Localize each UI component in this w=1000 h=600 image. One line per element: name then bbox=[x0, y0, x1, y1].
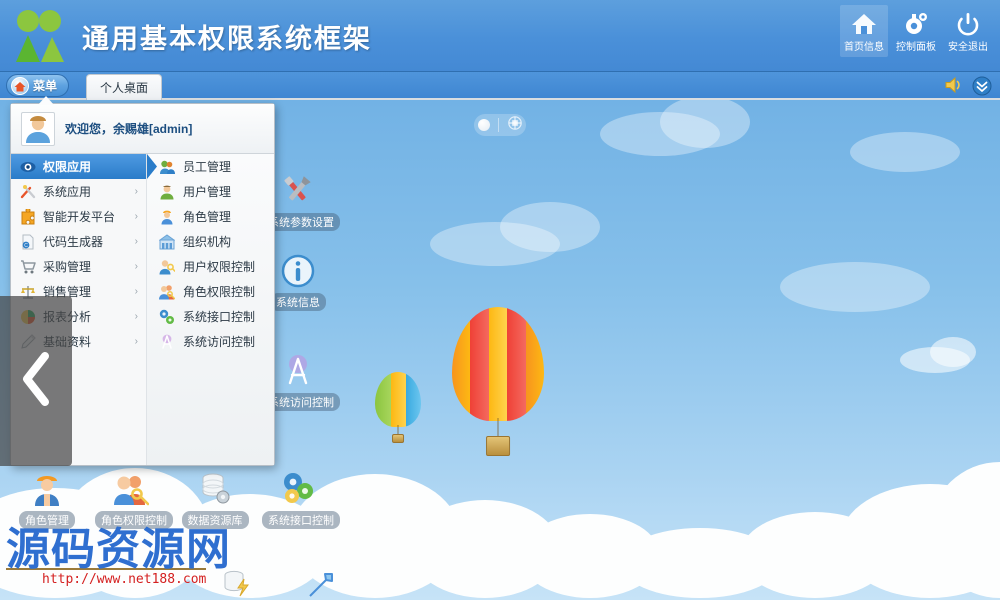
menu-item-list: 员工管理 用户管理 角色管理 组织机构 用户权限控制 角色权限控制 系统接口控制… bbox=[147, 154, 274, 465]
menu-item-user-manage[interactable]: 用户管理 bbox=[147, 179, 274, 204]
desktop-icon-role-manage[interactable]: 角色管理 bbox=[11, 470, 83, 529]
svg-text:C: C bbox=[24, 243, 28, 249]
tab-personal-desktop[interactable]: 个人桌面 bbox=[86, 74, 163, 100]
start-menu-button-label: 菜单 bbox=[33, 79, 58, 93]
chevron-right-icon: › bbox=[134, 286, 138, 297]
organization-icon bbox=[159, 233, 175, 250]
menu-category-label: 代码生成器 bbox=[43, 235, 104, 249]
system-tray bbox=[944, 76, 992, 96]
circle-dot-icon[interactable] bbox=[478, 119, 491, 131]
chevron-right-icon: › bbox=[134, 311, 138, 322]
app-header: 通用基本权限系统框架 首页信息 控制面板 安全退出 bbox=[0, 0, 1000, 72]
home-icon bbox=[11, 77, 29, 95]
desktop-icon-data-repository[interactable]: 数据资源库 bbox=[179, 470, 251, 529]
power-icon bbox=[955, 10, 981, 36]
application-window: 系统参数设置 系统信息 系统访问控制 角色管理 角色权限控制 数据资源库 系统接… bbox=[0, 0, 1000, 600]
chevron-right-icon: › bbox=[134, 336, 138, 347]
role-key-icon bbox=[95, 470, 167, 508]
user-key-icon bbox=[159, 259, 175, 275]
gear-icon bbox=[903, 10, 929, 36]
welcome-message: 欢迎您，余赐雄[admin] bbox=[65, 122, 193, 136]
header-tool-label: 首页信息 bbox=[844, 41, 884, 53]
database-bolt-icon bbox=[200, 566, 272, 600]
tab-label: 个人桌面 bbox=[100, 81, 149, 95]
access-icon bbox=[159, 334, 175, 350]
menu-item-role-manage[interactable]: 角色管理 bbox=[147, 204, 274, 229]
menu-item-role-permission[interactable]: 角色权限控制 bbox=[147, 279, 274, 304]
menu-item-label: 用户权限控制 bbox=[183, 260, 256, 274]
menu-item-label: 用户管理 bbox=[183, 185, 232, 199]
menu-item-label: 组织机构 bbox=[183, 235, 232, 249]
menu-item-label: 系统访问控制 bbox=[183, 335, 256, 349]
grid-icon[interactable] bbox=[508, 115, 522, 135]
database-gear-icon bbox=[179, 470, 251, 508]
role-icon bbox=[159, 209, 175, 225]
volume-icon[interactable] bbox=[944, 76, 964, 96]
menu-item-label: 系统接口控制 bbox=[183, 310, 256, 324]
header-tools: 首页信息 控制面板 安全退出 bbox=[840, 5, 992, 57]
menu-item-label: 员工管理 bbox=[183, 160, 232, 174]
menu-item-organization[interactable]: 组织机构 bbox=[147, 229, 274, 254]
menu-category-label: 系统应用 bbox=[43, 185, 92, 199]
menu-user-bar: 欢迎您，余赐雄[admin] bbox=[11, 104, 274, 154]
desktop-icon-interface-control[interactable]: 系统接口控制 bbox=[262, 470, 340, 529]
menu-category-code-generator[interactable]: C 代码生成器 › bbox=[11, 229, 146, 254]
menu-item-employee-manage[interactable]: 员工管理 bbox=[147, 154, 274, 179]
chevron-right-icon: › bbox=[134, 186, 138, 197]
puzzle-icon bbox=[20, 208, 36, 225]
header-tool-control-panel[interactable]: 控制面板 bbox=[892, 5, 940, 57]
header-tool-label: 控制面板 bbox=[896, 41, 936, 53]
desktop-icon-label: 系统信息 bbox=[270, 293, 326, 311]
desktop-icon-arrows-partial[interactable] bbox=[285, 566, 357, 600]
chevron-right-icon: › bbox=[134, 211, 138, 222]
menu-category-permission-app[interactable]: 权限应用 bbox=[11, 154, 157, 179]
home-icon bbox=[851, 10, 877, 36]
eye-icon bbox=[20, 159, 36, 175]
menu-category-label: 采购管理 bbox=[43, 260, 92, 274]
interface-icon bbox=[159, 309, 175, 325]
menu-item-label: 角色管理 bbox=[183, 210, 232, 224]
user-icon bbox=[159, 184, 175, 200]
avatar bbox=[21, 111, 55, 146]
desktop-icon-label: 角色管理 bbox=[19, 511, 75, 529]
cart-icon bbox=[20, 259, 36, 275]
menu-category-purchase[interactable]: 采购管理 › bbox=[11, 254, 146, 279]
menu-item-interface-control[interactable]: 系统接口控制 bbox=[147, 304, 274, 329]
divider bbox=[498, 118, 500, 132]
desktop-view-toggle[interactable] bbox=[474, 114, 526, 136]
two-people-logo bbox=[8, 8, 70, 64]
chevron-right-icon: › bbox=[134, 261, 138, 272]
double-chevron-down-icon[interactable] bbox=[972, 76, 992, 96]
page-title: 通用基本权限系统框架 bbox=[82, 24, 372, 54]
menu-item-access-control[interactable]: 系统访问控制 bbox=[147, 329, 274, 354]
menu-category-label: 智能开发平台 bbox=[43, 210, 116, 224]
menu-category-dev-platform[interactable]: 智能开发平台 › bbox=[11, 204, 146, 229]
menu-category-system-app[interactable]: 系统应用 › bbox=[11, 179, 146, 204]
start-menu-button[interactable]: 菜单 bbox=[6, 74, 70, 97]
role-key-icon bbox=[159, 284, 175, 300]
desktop-icon-role-permission[interactable]: 角色权限控制 bbox=[95, 470, 173, 529]
desktop-icon-label: 数据资源库 bbox=[181, 511, 249, 529]
employee-icon bbox=[159, 159, 175, 175]
gears-icon bbox=[262, 470, 334, 508]
header-tool-logout[interactable]: 安全退出 bbox=[944, 5, 992, 57]
header-tool-label: 安全退出 bbox=[948, 41, 988, 53]
role-person-icon bbox=[11, 470, 83, 508]
desktop-icon-database-bolt-partial[interactable] bbox=[200, 566, 272, 600]
chevron-right-icon: › bbox=[134, 236, 138, 247]
menu-category-label: 权限应用 bbox=[43, 160, 92, 174]
code-icon: C bbox=[20, 234, 36, 250]
tab-bar: 菜单 个人桌面 bbox=[0, 72, 1000, 100]
header-tool-home[interactable]: 首页信息 bbox=[840, 5, 888, 57]
menu-item-user-permission[interactable]: 用户权限控制 bbox=[147, 254, 274, 279]
desktop-icon-label: 系统接口控制 bbox=[262, 511, 340, 529]
desktop-icon-label: 角色权限控制 bbox=[95, 511, 173, 529]
tools-icon bbox=[20, 184, 36, 200]
arrows-icon bbox=[285, 566, 357, 600]
chevron-left-icon bbox=[19, 351, 53, 412]
menu-item-label: 角色权限控制 bbox=[183, 285, 256, 299]
sidebar-collapse-button[interactable] bbox=[0, 296, 72, 466]
